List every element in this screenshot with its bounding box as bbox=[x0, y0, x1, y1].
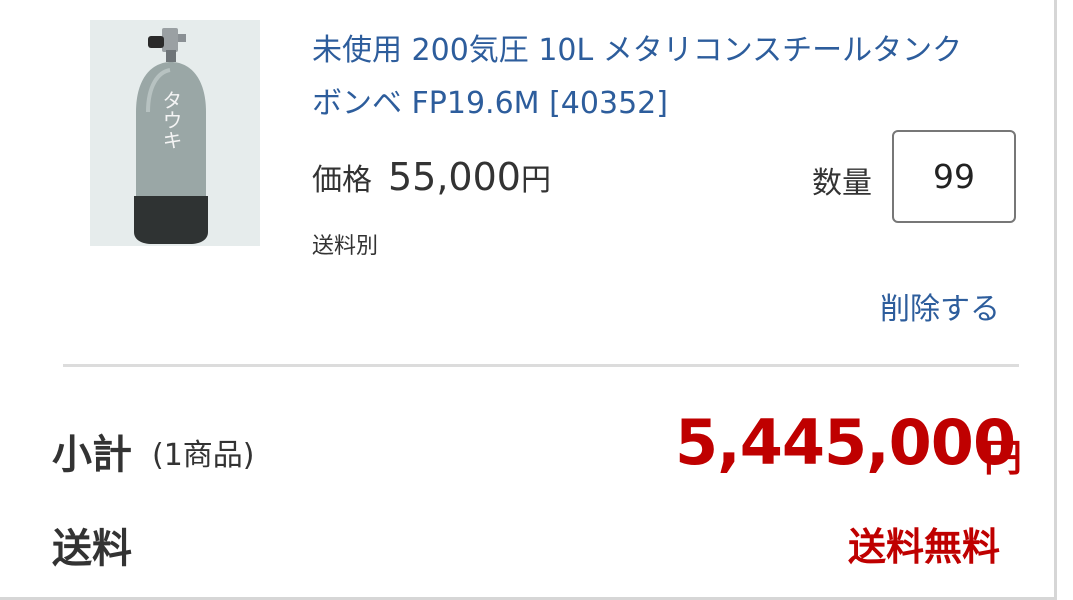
quantity-label: 数量 bbox=[812, 166, 872, 201]
shipping-value: 送料無料 bbox=[848, 525, 1001, 569]
subtotal-value: 5,445,000 bbox=[675, 406, 1016, 479]
subtotal-item-count: (1商品) bbox=[152, 438, 255, 473]
shipping-label: 送料 bbox=[52, 526, 132, 572]
price-row: 価格 55,000 円 bbox=[312, 155, 551, 205]
scuba-tank-photo: タウキ bbox=[90, 20, 260, 246]
price-unit: 円 bbox=[520, 163, 551, 198]
product-title-link[interactable]: 未使用 200気圧 10L メタリコンスチールタンク ボンベ FP19.6M [… bbox=[312, 24, 972, 130]
price-label: 価格 bbox=[312, 163, 372, 198]
product-image[interactable]: タウキ bbox=[90, 20, 260, 246]
price-value: 55,000 bbox=[388, 155, 521, 199]
subtotal-label: 小計 bbox=[52, 432, 132, 478]
divider bbox=[63, 364, 1019, 367]
shipping-note: 送料別 bbox=[312, 234, 379, 259]
delete-button[interactable]: 削除する bbox=[880, 284, 1000, 328]
subtotal-unit: 円 bbox=[984, 436, 1023, 480]
quantity-input[interactable] bbox=[892, 130, 1016, 223]
tank-label-text: タウキ bbox=[159, 90, 183, 150]
